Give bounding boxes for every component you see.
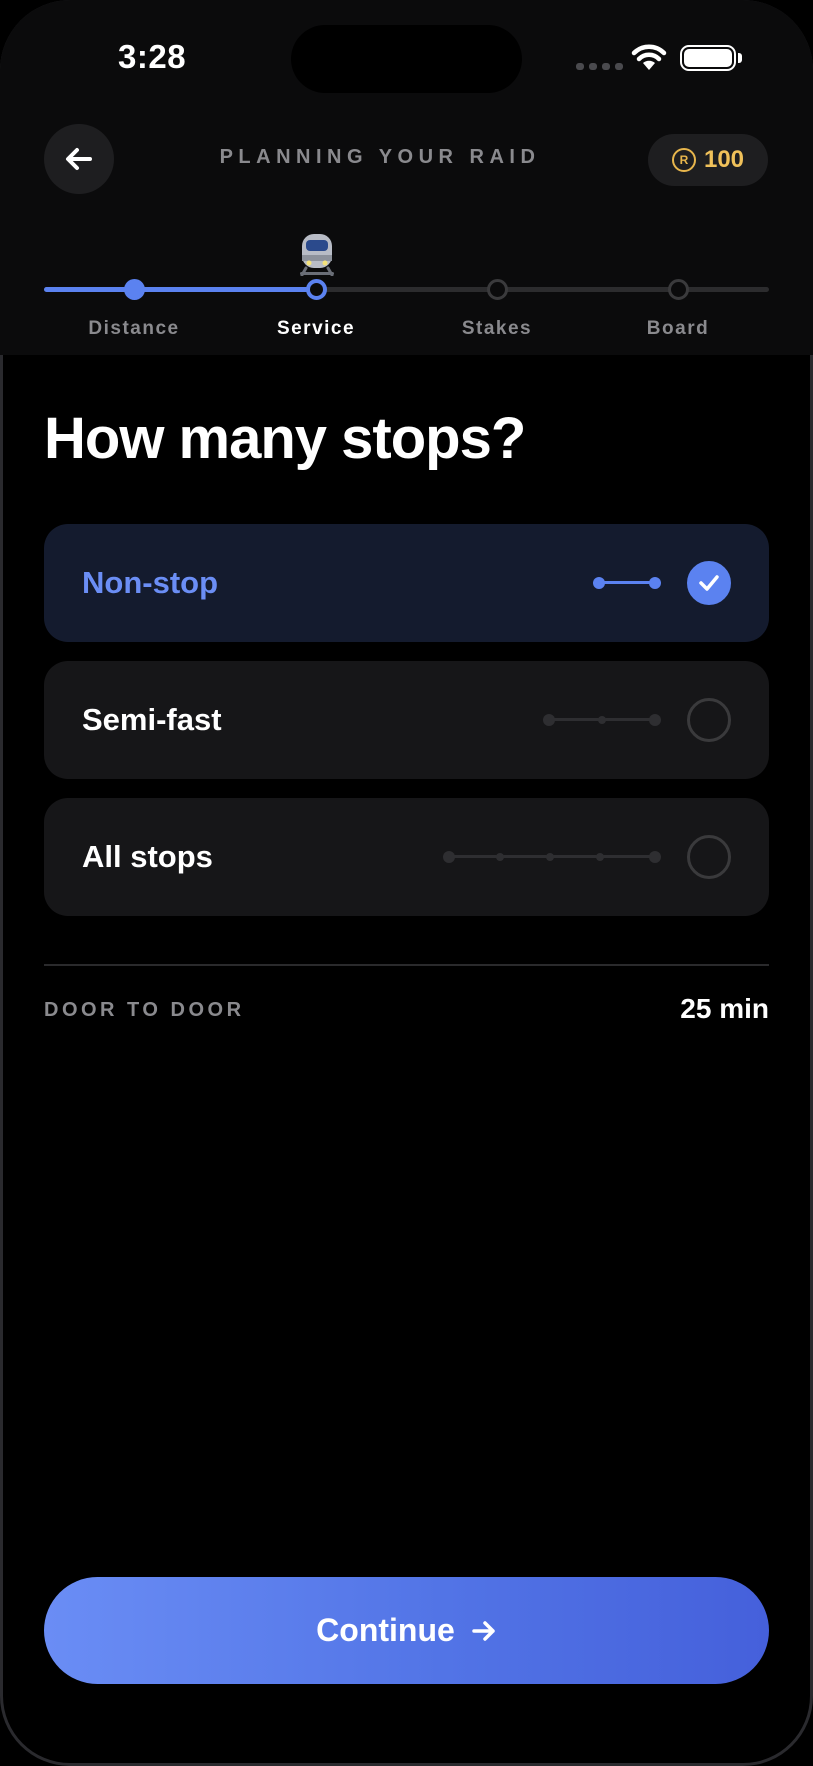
arrow-right-icon (472, 1620, 495, 1641)
step-label-service: Service (276, 318, 356, 339)
back-button[interactable] (44, 124, 114, 194)
step-node-stakes (487, 279, 508, 300)
step-label-distance: Distance (88, 318, 180, 339)
divider (44, 964, 769, 966)
route-diagram-icon (543, 713, 661, 727)
option-label: Non-stop (82, 565, 219, 600)
coin-icon: R (671, 148, 696, 172)
radio-checked[interactable] (687, 561, 731, 605)
step-node-board (668, 279, 689, 300)
step-label-stakes: Stakes (461, 318, 533, 339)
step-node-service (306, 279, 327, 300)
option-label: All stops (82, 839, 213, 874)
check-icon (699, 575, 719, 591)
route-diagram-icon (593, 576, 661, 590)
dynamic-island (291, 25, 522, 93)
step-node-distance (124, 279, 145, 300)
summary-value: 25 min (680, 993, 769, 1024)
wifi-icon (631, 44, 667, 70)
option-all-stops[interactable]: All stops (44, 798, 769, 916)
step-label-board: Board (646, 318, 710, 339)
progress-stepper: Distance Service Stakes Board (44, 230, 769, 340)
route-diagram-icon (443, 850, 661, 864)
continue-label: Continue (316, 1612, 455, 1648)
stepper-progress (44, 287, 316, 292)
question-heading: How many stops? (44, 406, 526, 471)
train-icon (300, 234, 334, 276)
arrow-left-icon (66, 148, 92, 170)
radio-unchecked[interactable] (687, 835, 731, 879)
option-label: Semi-fast (82, 702, 222, 737)
coin-value: 100 (703, 146, 745, 173)
battery-icon (680, 45, 736, 71)
cellular-signal-icon (576, 63, 623, 70)
option-semi-fast[interactable]: Semi-fast (44, 661, 769, 779)
status-time: 3:28 (118, 38, 187, 75)
phone-screen: 3:28 PLANNING YOUR RAID R 100 Distance S… (0, 0, 813, 1766)
page-title: PLANNING YOUR RAID (219, 146, 541, 168)
radio-unchecked[interactable] (687, 698, 731, 742)
continue-button[interactable]: Continue (44, 1577, 769, 1684)
battery-tip (738, 53, 742, 63)
summary-label: DOOR TO DOOR (44, 999, 245, 1021)
option-non-stop[interactable]: Non-stop (44, 524, 769, 642)
coin-balance[interactable]: R 100 (648, 134, 768, 186)
